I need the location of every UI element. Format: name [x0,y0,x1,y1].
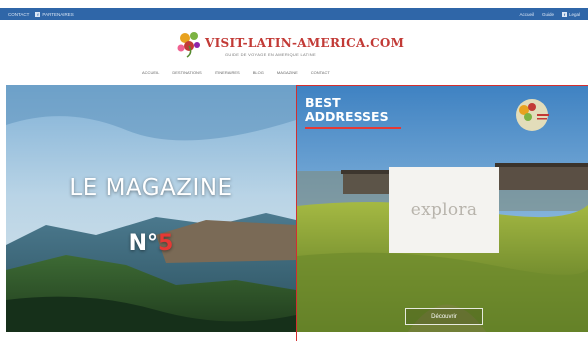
best-addresses-hero[interactable]: BEST ADDRESSES explora Découvrir [296,85,588,332]
site-header: VISIT-LATIN-AMERICA.COM GUIDE DE VOYAGE … [0,22,588,84]
divider-line [296,332,297,341]
logo-tagline: GUIDE DE VOYAGE EN AMERIQUE LATINE [225,52,316,57]
partner-logo-card[interactable]: explora [389,167,499,253]
topbar-left: CONTACT f PARTENAIRES [8,11,74,17]
main-navigation: ACCUEIL DESTINATIONS ITINERAIRES BLOG MA… [142,70,330,75]
nav-item-magazine[interactable]: MAGAZINE [277,70,298,75]
facebook-small-icon: f [561,11,567,17]
heading-underline [305,127,401,129]
award-badge-icon [516,99,549,131]
facebook-icon: f [35,11,41,17]
partner-logo-text: explora [410,200,478,220]
nav-item-blog[interactable]: BLOG [253,70,264,75]
site-logo[interactable]: VISIT-LATIN-AMERICA.COM GUIDE DE VOYAGE … [175,28,415,62]
best-addresses-heading: BEST ADDRESSES [305,96,389,124]
topbar-link-contact[interactable]: CONTACT [8,12,29,17]
nav-item-home[interactable]: ACCUEIL [142,70,159,75]
best-heading-line2: ADDRESSES [305,109,389,124]
topbar-link-home[interactable]: Accueil [519,12,534,17]
page: CONTACT f PARTENAIRES Accueil Guide f Le… [0,0,588,341]
topbar-link-partners[interactable]: f PARTENAIRES [35,11,74,17]
topbar-right: Accueil Guide f Legal [519,11,580,17]
issue-prefix: N° [128,231,159,256]
issue-digit: 5 [158,231,174,256]
nav-item-contact[interactable]: CONTACT [311,70,330,75]
landscape-image [6,85,296,332]
magazine-issue-number: N°5 [6,231,296,256]
top-utility-bar: CONTACT f PARTENAIRES Accueil Guide f Le… [0,8,588,20]
logo-wordmark: VISIT-LATIN-AMERICA.COM [205,36,405,50]
best-heading-line1: BEST [305,95,341,110]
topbar-link-legal[interactable]: f Legal [561,11,580,17]
nav-item-destinations[interactable]: DESTINATIONS [172,70,201,75]
magazine-hero[interactable]: LE MAGAZINE N°5 [6,85,296,332]
topbar-link-legal-label: Legal [568,11,580,17]
topbar-link-partners-label: PARTENAIRES [42,11,74,17]
nav-item-itineraries[interactable]: ITINERAIRES [215,70,240,75]
discover-button[interactable]: Découvrir [405,308,483,325]
magazine-title: LE MAGAZINE [69,175,233,201]
flower-logo-icon [177,32,200,58]
topbar-link-guide[interactable]: Guide [542,12,554,17]
